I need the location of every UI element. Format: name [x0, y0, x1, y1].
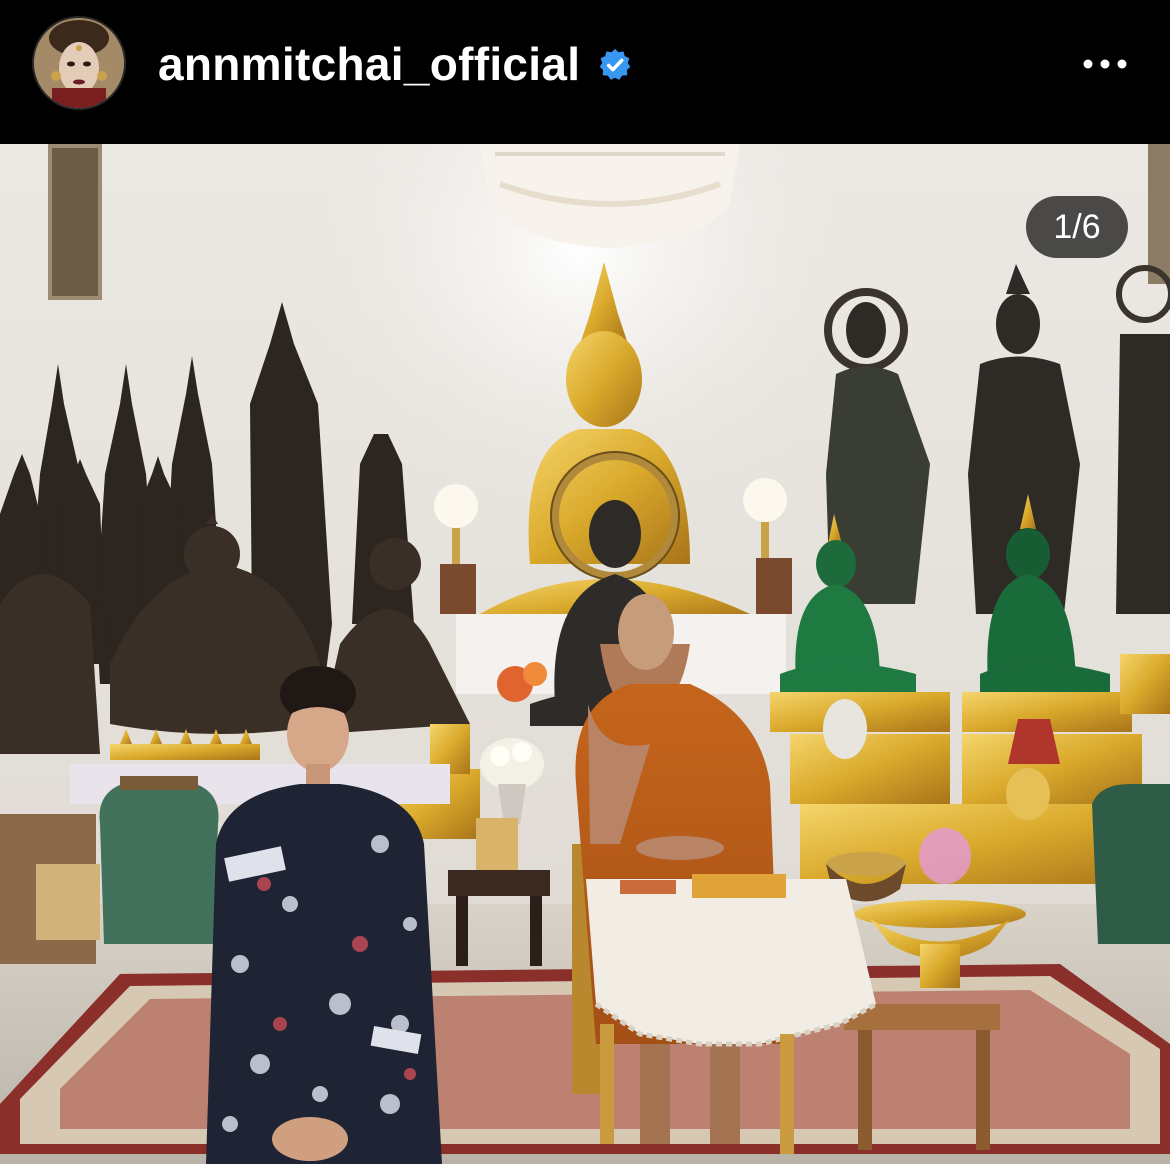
username-link[interactable]: annmitchai_official: [158, 36, 580, 92]
post-photo[interactable]: [0, 144, 1170, 1164]
avatar-image: [34, 18, 124, 108]
carousel-counter: 1/6: [1026, 196, 1128, 258]
verified-badge-icon: [599, 48, 631, 80]
more-options-icon[interactable]: [1078, 44, 1132, 84]
profile-avatar[interactable]: [32, 16, 126, 110]
post-header: annmitchai_official: [0, 0, 1170, 144]
temple-photo-image: [0, 144, 1170, 1164]
